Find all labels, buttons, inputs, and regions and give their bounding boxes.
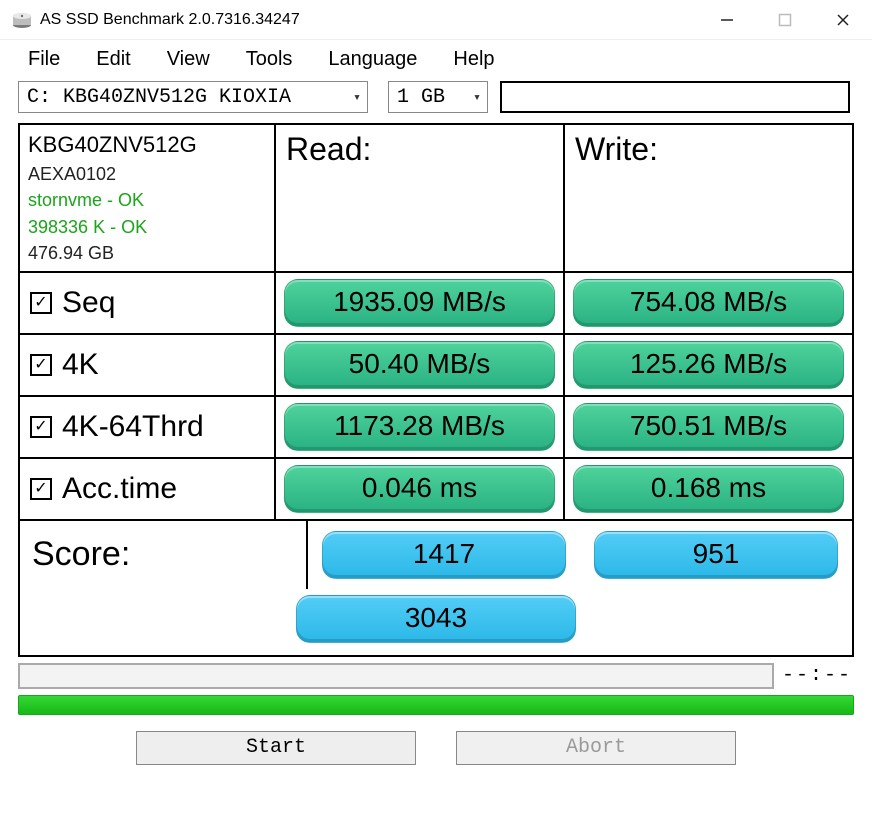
window-title: AS SSD Benchmark 2.0.7316.34247 (40, 11, 698, 29)
menu-view[interactable]: View (167, 48, 210, 71)
score-label: Score: (20, 521, 308, 589)
row-4k64: ✓ 4K-64Thrd 1173.28 MB/s 750.51 MB/s (20, 397, 852, 459)
4k64-write: 750.51 MB/s (573, 403, 844, 451)
menu-tools[interactable]: Tools (246, 48, 293, 71)
device-model: KBG40ZNV512G (28, 131, 266, 159)
row-acc: ✓ Acc.time 0.046 ms 0.168 ms (20, 459, 852, 521)
window-controls (698, 0, 872, 39)
size-select-value: 1 GB (397, 86, 445, 109)
acc-write: 0.168 ms (573, 465, 844, 513)
chevron-down-icon: ▾ (353, 90, 361, 105)
progress-bar (18, 695, 854, 715)
status-time: --:-- (782, 664, 854, 687)
4k-write: 125.26 MB/s (573, 341, 844, 389)
menubar: File Edit View Tools Language Help (0, 40, 872, 77)
size-select[interactable]: 1 GB ▾ (388, 81, 488, 113)
label-4k64: 4K-64Thrd (62, 410, 204, 444)
app-window: AS SSD Benchmark 2.0.7316.34247 File Edi… (0, 0, 872, 820)
menu-language[interactable]: Language (328, 48, 417, 71)
titlebar[interactable]: AS SSD Benchmark 2.0.7316.34247 (0, 0, 872, 40)
menu-edit[interactable]: Edit (96, 48, 130, 71)
device-driver: stornvme - OK (28, 189, 266, 212)
chevron-down-icon: ▾ (473, 90, 481, 105)
seq-write: 754.08 MB/s (573, 279, 844, 327)
checkbox-4k[interactable]: ✓ (30, 354, 52, 376)
score-total: 3043 (296, 595, 576, 643)
checkbox-seq[interactable]: ✓ (30, 292, 52, 314)
score-read: 1417 (322, 531, 566, 579)
device-alignment: 398336 K - OK (28, 216, 266, 239)
row-score: Score: 1417 951 3043 (20, 521, 852, 655)
device-firmware: AEXA0102 (28, 163, 266, 186)
label-4k: 4K (62, 348, 99, 382)
status-textbox[interactable] (500, 81, 850, 113)
drive-select-value: C: KBG40ZNV512G KIOXIA (27, 86, 291, 109)
acc-read: 0.046 ms (284, 465, 555, 513)
menu-file[interactable]: File (28, 48, 60, 71)
results-panel: KBG40ZNV512G AEXA0102 stornvme - OK 3983… (18, 123, 854, 657)
abort-button: Abort (456, 731, 736, 765)
menu-help[interactable]: Help (453, 48, 494, 71)
button-row: Start Abort (0, 731, 872, 765)
header-read: Read: (276, 125, 565, 271)
app-icon (12, 10, 32, 30)
checkbox-acc[interactable]: ✓ (30, 478, 52, 500)
maximize-button[interactable] (756, 0, 814, 39)
row-4k: ✓ 4K 50.40 MB/s 125.26 MB/s (20, 335, 852, 397)
device-capacity: 476.94 GB (28, 242, 266, 265)
header-row: KBG40ZNV512G AEXA0102 stornvme - OK 3983… (20, 125, 852, 273)
start-button[interactable]: Start (136, 731, 416, 765)
statusbar: --:-- (18, 663, 854, 689)
close-button[interactable] (814, 0, 872, 39)
minimize-button[interactable] (698, 0, 756, 39)
header-write: Write: (565, 125, 852, 271)
4k64-read: 1173.28 MB/s (284, 403, 555, 451)
seq-read: 1935.09 MB/s (284, 279, 555, 327)
label-acc: Acc.time (62, 472, 177, 506)
4k-read: 50.40 MB/s (284, 341, 555, 389)
checkbox-4k64[interactable]: ✓ (30, 416, 52, 438)
drive-select[interactable]: C: KBG40ZNV512G KIOXIA ▾ (18, 81, 368, 113)
toolbar: C: KBG40ZNV512G KIOXIA ▾ 1 GB ▾ (0, 77, 872, 119)
label-seq: Seq (62, 286, 115, 320)
row-seq: ✓ Seq 1935.09 MB/s 754.08 MB/s (20, 273, 852, 335)
device-info: KBG40ZNV512G AEXA0102 stornvme - OK 3983… (20, 125, 276, 271)
status-trough (18, 663, 774, 689)
score-write: 951 (594, 531, 838, 579)
